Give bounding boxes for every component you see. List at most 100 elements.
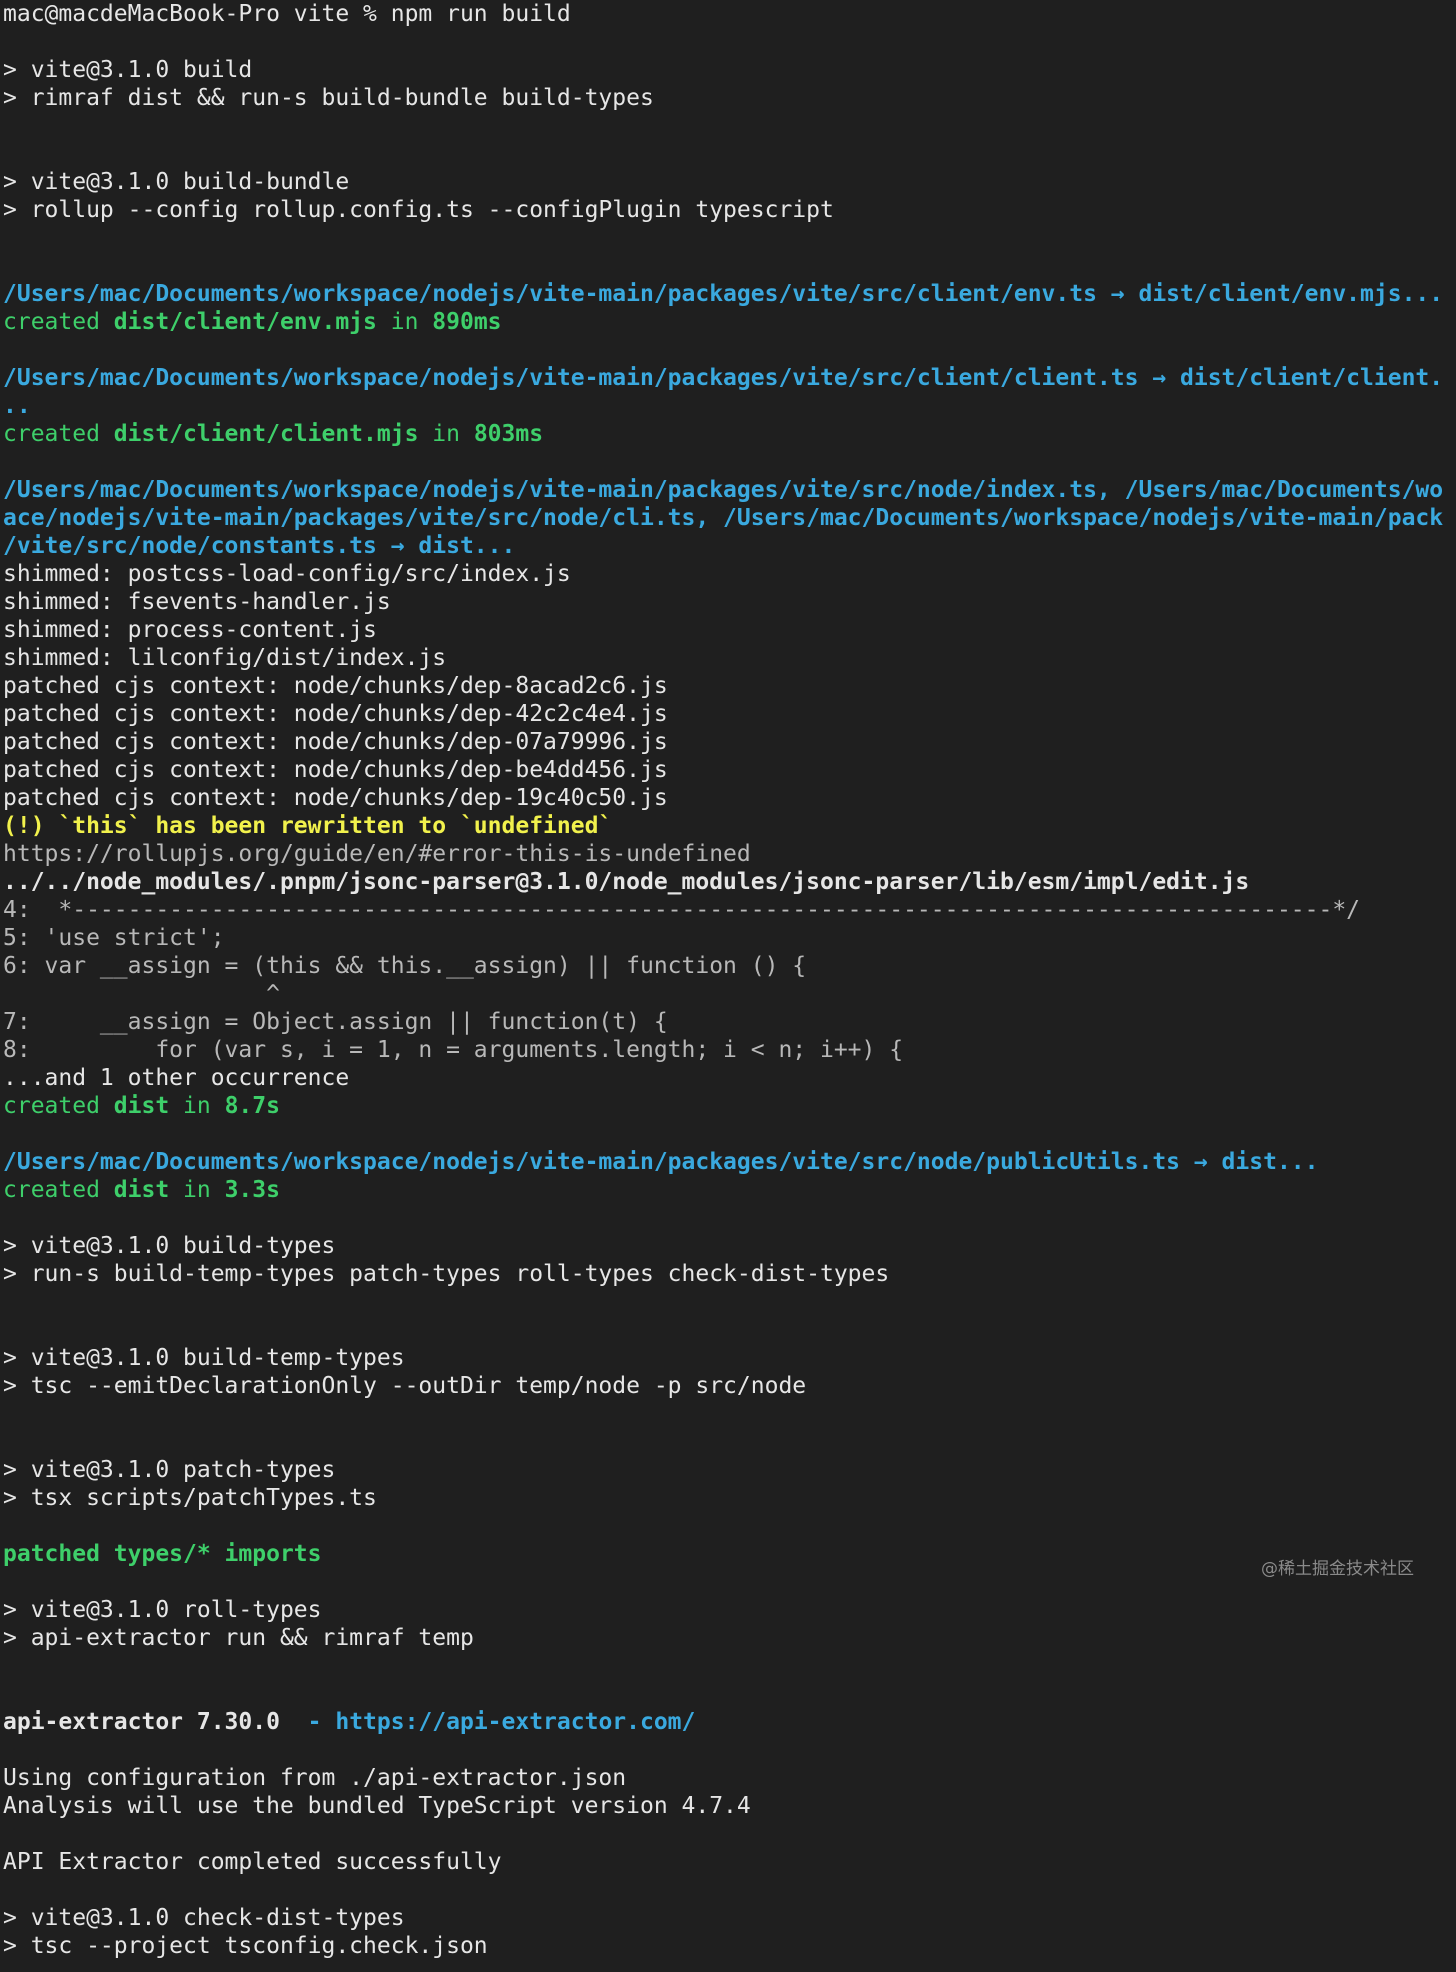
terminal-line: /Users/mac/Documents/workspace/nodejs/vi… [3,476,1443,504]
terminal-line: patched cjs context: node/chunks/dep-19c… [3,784,668,812]
terminal-text: shimmed: lilconfig/dist/index.js [3,645,447,671]
terminal-text: /Users/mac/Documents/workspace/nodejs/vi… [3,365,1444,391]
terminal-text: .. [3,393,31,419]
terminal-line: ...and 1 other occurrence [3,1064,349,1092]
terminal-line: created dist in 8.7s [3,1092,280,1120]
terminal-text: dist [113,1093,170,1119]
terminal-line: > run-s build-temp-types patch-types rol… [3,1260,889,1288]
terminal-line: Using configuration from ./api-extractor… [3,1764,626,1792]
terminal-text: > run-s build-temp-types patch-types rol… [3,1261,890,1287]
terminal-text: > vite@3.1.0 patch-types [3,1457,336,1483]
terminal-line: created dist/client/client.mjs in 803ms [3,420,543,448]
terminal-line: /Users/mac/Documents/workspace/nodejs/vi… [3,364,1443,392]
terminal-line: patched types/* imports [3,1540,322,1568]
terminal-text: dist [113,1177,170,1203]
terminal-text: > vite@3.1.0 check-dist-types [3,1905,405,1931]
terminal-text: created [3,1177,114,1203]
terminal-text: in [376,309,433,335]
terminal-line: > rollup --config rollup.config.ts --con… [3,196,834,224]
terminal-text: https://rollupjs.org/guide/en/#error-thi… [3,841,751,867]
terminal-text: dist/client/client.mjs [113,421,419,447]
terminal-line: patched cjs context: node/chunks/dep-42c… [3,700,668,728]
terminal-text: in [418,421,474,447]
terminal-line: api-extractor 7.30.0 - https://api-extra… [3,1708,695,1736]
terminal-text: patched types/* imports [3,1541,322,1567]
terminal-text: patched cjs context: node/chunks/dep-8ac… [3,673,668,699]
terminal-text: 890ms [432,309,502,335]
terminal-line: 7: __assign = Object.assign || function(… [3,1008,668,1036]
terminal-text: 4: *------------------------------------… [3,897,1361,923]
terminal-text: api-extractor 7.30.0 [3,1709,280,1735]
terminal-line: 4: *------------------------------------… [3,896,1360,924]
terminal-line: > vite@3.1.0 build-bundle [3,168,349,196]
terminal-text: patched cjs context: node/chunks/dep-42c… [3,701,668,727]
terminal-line: 8: for (var s, i = 1, n = arguments.leng… [3,1036,903,1064]
terminal-line: ace/nodejs/vite-main/packages/vite/src/n… [3,504,1443,532]
terminal-text: 8: for (var s, i = 1, n = arguments.leng… [3,1037,904,1063]
terminal-text: > tsc --project tsconfig.check.json [3,1933,488,1959]
terminal-text: created [3,421,114,447]
terminal-text: 8.7s [224,1093,280,1119]
terminal-line: https://rollupjs.org/guide/en/#error-thi… [3,840,751,868]
terminal-line: > vite@3.1.0 build-temp-types [3,1344,405,1372]
terminal-text: shimmed: fsevents-handler.js [3,589,391,615]
terminal-line: ../../node_modules/.pnpm/jsonc-parser@3.… [3,868,1249,896]
terminal-text: > tsx scripts/patchTypes.ts [3,1485,377,1511]
terminal-text: patched cjs context: node/chunks/dep-19c… [3,785,668,811]
terminal-text: 803ms [473,421,544,447]
terminal-line: > tsc --emitDeclarationOnly --outDir tem… [3,1372,806,1400]
terminal-line: 6: var __assign = (this && this.__assign… [3,952,806,980]
terminal-text: API Extractor completed successfully [3,1849,502,1875]
terminal-text: > vite@3.1.0 build-bundle [3,169,350,195]
terminal-line: > vite@3.1.0 patch-types [3,1456,335,1484]
terminal-text: ^ [3,981,280,1007]
terminal-text: shimmed: postcss-load-config/src/index.j… [3,561,571,587]
terminal-text: > vite@3.1.0 roll-types [3,1597,322,1623]
terminal-line: patched cjs context: node/chunks/dep-8ac… [3,672,668,700]
terminal-text: 7: __assign = Object.assign || function(… [3,1009,668,1035]
terminal-text: - https://api-extractor.com/ [279,1709,696,1735]
terminal-text: > rollup --config rollup.config.ts --con… [3,197,834,223]
terminal-text: mac@macdeMacBook-Pro vite % npm run buil… [3,1,571,27]
terminal-line: mac@macdeMacBook-Pro vite % npm run buil… [3,0,571,28]
terminal-text: > tsc --emitDeclarationOnly --outDir tem… [3,1373,807,1399]
terminal-text: shimmed: process-content.js [3,617,377,643]
terminal-text: 6: var __assign = (this && this.__assign… [3,953,807,979]
terminal-line: shimmed: postcss-load-config/src/index.j… [3,560,571,588]
terminal-window[interactable]: mac@macdeMacBook-Pro vite % npm run buil… [0,0,1456,1972]
terminal-text: /Users/mac/Documents/workspace/nodejs/vi… [3,281,1444,307]
terminal-text: ../../node_modules/.pnpm/jsonc-parser@3.… [3,869,1250,895]
terminal-line: > tsx scripts/patchTypes.ts [3,1484,377,1512]
terminal-line: > api-extractor run && rimraf temp [3,1624,474,1652]
terminal-line: shimmed: lilconfig/dist/index.js [3,644,446,672]
terminal-text: dist/client/env.mjs [113,309,377,335]
terminal-text: > vite@3.1.0 build-temp-types [3,1345,405,1371]
terminal-text: ace/nodejs/vite-main/packages/vite/src/n… [3,505,1444,531]
terminal-line: /vite/src/node/constants.ts → dist... [3,532,515,560]
terminal-text: (!) `this` has been rewritten to `undefi… [3,813,613,839]
terminal-line: ^ [3,980,280,1008]
terminal-text: 5: 'use strict'; [3,925,225,951]
terminal-line: > rimraf dist && run-s build-bundle buil… [3,84,654,112]
terminal-text: 3.3s [224,1177,280,1203]
terminal-text: in [169,1093,225,1119]
terminal-line: > vite@3.1.0 check-dist-types [3,1904,405,1932]
terminal-line: > vite@3.1.0 roll-types [3,1596,322,1624]
terminal-text: /Users/mac/Documents/workspace/nodejs/vi… [3,477,1444,503]
terminal-line: patched cjs context: node/chunks/dep-07a… [3,728,668,756]
watermark: @稀土掘金技术社区 [1261,1559,1414,1579]
terminal-line: Analysis will use the bundled TypeScript… [3,1792,751,1820]
terminal-text: > vite@3.1.0 build-types [3,1233,336,1259]
terminal-text: patched cjs context: node/chunks/dep-07a… [3,729,668,755]
terminal-line: created dist in 3.3s [3,1176,280,1204]
terminal-line: patched cjs context: node/chunks/dep-be4… [3,756,668,784]
terminal-line: .. [3,392,31,420]
terminal-line: shimmed: process-content.js [3,616,377,644]
terminal-line: /Users/mac/Documents/workspace/nodejs/vi… [3,1148,1318,1176]
terminal-text: /Users/mac/Documents/workspace/nodejs/vi… [3,1149,1319,1175]
terminal-text: patched cjs context: node/chunks/dep-be4… [3,757,668,783]
terminal-text: /vite/src/node/constants.ts → dist... [3,533,516,559]
terminal-line: (!) `this` has been rewritten to `undefi… [3,812,612,840]
terminal-line: > vite@3.1.0 build [3,56,252,84]
terminal-line: > tsc --project tsconfig.check.json [3,1932,488,1960]
